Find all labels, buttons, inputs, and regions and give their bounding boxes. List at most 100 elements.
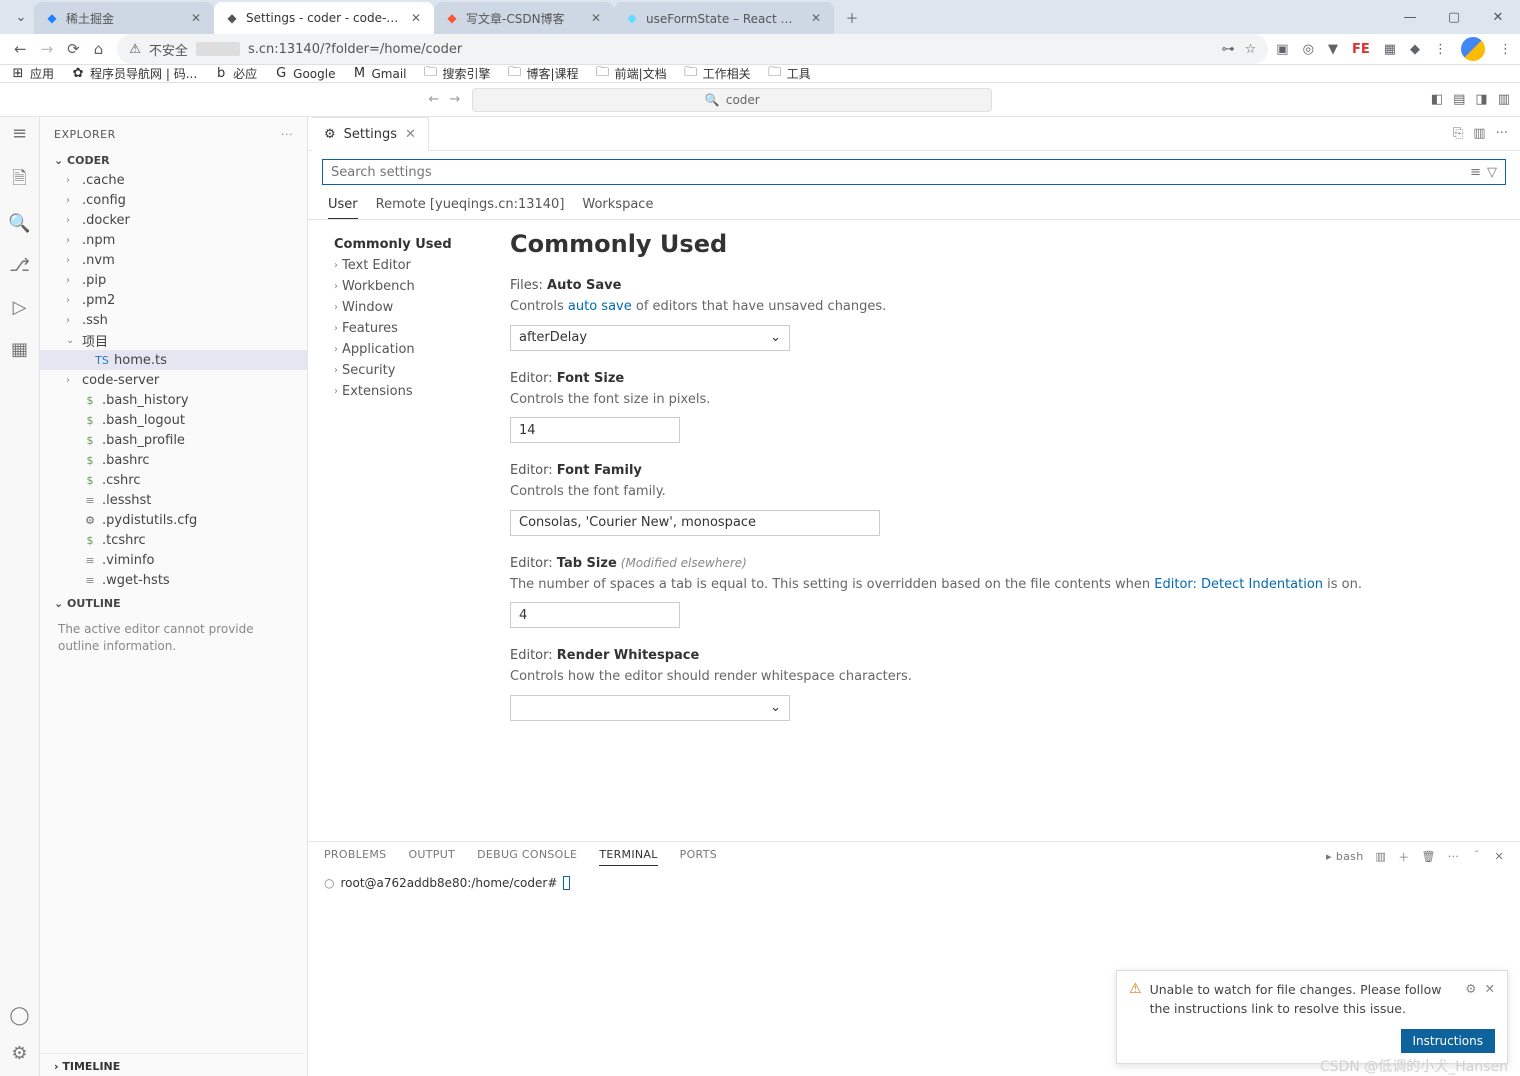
notification-gear-icon[interactable]: ⚙ xyxy=(1465,981,1476,996)
tree-item[interactable]: TShome.ts xyxy=(40,350,307,370)
minimize-button[interactable]: — xyxy=(1388,0,1432,34)
split-editor-icon[interactable]: ▥ xyxy=(1473,126,1485,141)
maximize-button[interactable]: ▢ xyxy=(1432,0,1476,34)
panel-tab[interactable]: PROBLEMS xyxy=(324,848,386,865)
tree-item[interactable]: ›.config xyxy=(40,190,307,210)
tree-item[interactable]: $.cshrc xyxy=(40,470,307,490)
layout-right-icon[interactable]: ◨ xyxy=(1475,92,1487,107)
instructions-button[interactable]: Instructions xyxy=(1401,1029,1495,1053)
tree-item[interactable]: ›.pm2 xyxy=(40,290,307,310)
toc-item[interactable]: ›Features xyxy=(334,318,478,339)
extension-icon[interactable]: ▦ xyxy=(1384,42,1396,57)
close-tab-icon[interactable]: ✕ xyxy=(808,11,824,25)
panel-tab[interactable]: DEBUG CONSOLE xyxy=(477,848,577,865)
outline-section[interactable]: ⌄ OUTLINE xyxy=(40,594,307,613)
tree-item[interactable]: ›.pip xyxy=(40,270,307,290)
back-button[interactable]: ← xyxy=(14,40,27,58)
new-terminal-icon[interactable]: ＋ xyxy=(1398,849,1409,865)
tree-item[interactable]: ≡.lesshst xyxy=(40,490,307,510)
new-tab-button[interactable]: ＋ xyxy=(838,8,866,27)
bookmark-star-icon[interactable]: ☆ xyxy=(1245,42,1257,57)
terminal-shell-label[interactable]: ▸ bash xyxy=(1326,850,1363,863)
setting-select[interactable]: afterDelay⌄ xyxy=(510,325,790,351)
close-tab-icon[interactable]: ✕ xyxy=(405,127,416,142)
open-settings-json-icon[interactable]: ⎘ xyxy=(1453,126,1463,141)
menu-hamburger-icon[interactable]: ≡ xyxy=(8,121,32,145)
bookmark-item[interactable]: 🗀工具 xyxy=(767,65,811,82)
tree-root[interactable]: ⌄ CODER xyxy=(40,151,307,170)
bookmark-item[interactable]: MGmail xyxy=(351,66,406,82)
bookmark-item[interactable]: ⊞应用 xyxy=(10,65,54,82)
setting-link[interactable]: Editor: Detect Indentation xyxy=(1154,577,1323,592)
extension-icon[interactable]: ▼ xyxy=(1328,42,1338,57)
tab-list-dropdown[interactable]: ⌄ xyxy=(8,10,34,25)
scope-tab[interactable]: Workspace xyxy=(582,197,653,219)
toc-item[interactable]: ›Text Editor xyxy=(334,255,478,276)
tab-settings[interactable]: ⚙ Settings ✕ xyxy=(312,117,429,151)
browser-menu[interactable]: ⋮ xyxy=(1499,42,1512,57)
close-tab-icon[interactable]: ✕ xyxy=(188,11,204,25)
password-key-icon[interactable]: ⊶ xyxy=(1222,42,1235,57)
panel-tab[interactable]: TERMINAL xyxy=(599,848,657,866)
toc-item[interactable]: ›Extensions xyxy=(334,381,478,402)
setting-number-input[interactable]: 14 xyxy=(510,417,680,443)
bookmark-item[interactable]: 🗀博客|课程 xyxy=(507,65,579,82)
tree-item[interactable]: ⚙.pydistutils.cfg xyxy=(40,510,307,530)
browser-tab[interactable]: ◆Settings - coder - code-serve✕ xyxy=(214,2,434,34)
bookmark-item[interactable]: ✿程序员导航网 | 码... xyxy=(70,65,197,82)
notification-close-icon[interactable]: ✕ xyxy=(1485,981,1495,996)
tree-item[interactable]: ≡.viminfo xyxy=(40,550,307,570)
more-actions-icon[interactable]: ··· xyxy=(1496,126,1508,141)
extensions-menu[interactable]: ⋮ xyxy=(1434,42,1447,57)
settings-gear-icon[interactable]: ⚙ xyxy=(8,1042,32,1066)
tree-item[interactable]: ›code-server xyxy=(40,370,307,390)
extension-icon[interactable]: ◎ xyxy=(1303,42,1314,57)
tree-item[interactable]: ⌄项目 xyxy=(40,330,307,350)
toc-item[interactable]: ›Window xyxy=(334,297,478,318)
settings-search-box[interactable]: ≡ ▽ xyxy=(322,159,1506,185)
layout-sidebar-icon[interactable]: ◧ xyxy=(1431,92,1443,107)
toc-item[interactable]: ›Workbench xyxy=(334,276,478,297)
extension-icon[interactable]: FE xyxy=(1352,42,1370,57)
home-button[interactable]: ⌂ xyxy=(94,40,104,58)
tree-item[interactable]: $.bash_history xyxy=(40,390,307,410)
command-center[interactable]: 🔍 coder xyxy=(472,88,992,112)
run-debug-icon[interactable]: ▷ xyxy=(8,295,32,319)
bookmark-item[interactable]: GGoogle xyxy=(273,66,335,82)
scope-tab[interactable]: Remote [yueqings.cn:13140] xyxy=(376,197,565,219)
address-bar[interactable]: ⚠ 不安全 s.cn:13140/?folder=/home/coder ⊶ ☆ xyxy=(117,34,1268,64)
setting-link[interactable]: auto save xyxy=(568,299,632,314)
toc-item[interactable]: ›Application xyxy=(334,339,478,360)
maximize-panel-icon[interactable]: ＾ xyxy=(1471,849,1482,865)
tree-item[interactable]: $.tcshrc xyxy=(40,530,307,550)
reload-button[interactable]: ⟳ xyxy=(67,40,80,58)
bookmark-item[interactable]: b必应 xyxy=(213,65,257,82)
browser-tab[interactable]: ◆useFormState – React 中文文✕ xyxy=(614,2,834,34)
tree-item[interactable]: $.bashrc xyxy=(40,450,307,470)
scope-tab[interactable]: User xyxy=(328,197,358,219)
tree-item[interactable]: ›.cache xyxy=(40,170,307,190)
tree-item[interactable]: $.bash_profile xyxy=(40,430,307,450)
bookmark-item[interactable]: 🗀工作相关 xyxy=(683,65,751,82)
settings-search-input[interactable] xyxy=(331,165,1470,180)
tree-item[interactable]: $.bash_logout xyxy=(40,410,307,430)
source-control-icon[interactable]: ⎇ xyxy=(8,253,32,277)
tree-item[interactable]: ≡.wget-hsts xyxy=(40,570,307,590)
timeline-section[interactable]: › TIMELINE xyxy=(40,1053,307,1076)
panel-tab[interactable]: PORTS xyxy=(680,848,717,865)
extensions-icon[interactable]: ▦ xyxy=(8,337,32,361)
layout-customize-icon[interactable]: ▥ xyxy=(1498,92,1510,107)
close-window-button[interactable]: ✕ xyxy=(1476,0,1520,34)
panel-tab[interactable]: OUTPUT xyxy=(408,848,455,865)
tree-item[interactable]: ›.ssh xyxy=(40,310,307,330)
close-panel-icon[interactable]: ✕ xyxy=(1494,850,1504,863)
close-tab-icon[interactable]: ✕ xyxy=(408,11,424,25)
browser-tab[interactable]: ◆写文章-CSDN博客✕ xyxy=(434,2,614,34)
filter-icon[interactable]: ▽ xyxy=(1487,165,1497,180)
toc-item[interactable]: ›Security xyxy=(334,360,478,381)
kill-terminal-icon[interactable]: 🗑 xyxy=(1422,850,1436,863)
search-icon[interactable]: 🔍 xyxy=(8,211,32,235)
layout-panel-icon[interactable]: ▤ xyxy=(1453,92,1465,107)
extension-icon[interactable]: ◆ xyxy=(1410,42,1420,57)
panel-more-icon[interactable]: ··· xyxy=(1448,850,1459,863)
